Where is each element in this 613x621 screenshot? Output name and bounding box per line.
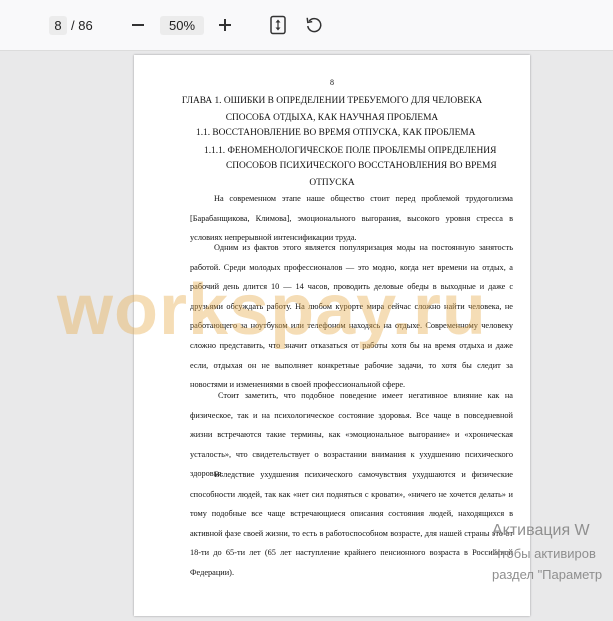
chapter-heading-line-1: ГЛАВА 1. ОШИБКИ В ОПРЕДЕЛЕНИИ ТРЕБУЕМОГО… xyxy=(181,96,483,106)
section-heading: 1.1. ВОССТАНОВЛЕНИЕ ВО ВРЕМЯ ОТПУСКА, КА… xyxy=(196,128,476,138)
windows-activation-title: Активация W xyxy=(492,522,590,539)
paragraph-2: Одним из фактов этого является популяриз… xyxy=(190,243,513,390)
fit-to-page-icon xyxy=(270,15,286,35)
chapter-heading-line-2: СПОСОБА ОТДЫХА, КАК НАУЧНАЯ ПРОБЛЕМА xyxy=(225,113,439,123)
rotate-icon xyxy=(306,17,322,33)
zoom-level-input[interactable]: 50% xyxy=(160,16,204,35)
subsection-heading-line-1: 1.1.1. ФЕНОМЕНОЛОГИЧЕСКОЕ ПОЛЕ ПРОБЛЕМЫ … xyxy=(204,146,497,156)
fit-to-page-button[interactable] xyxy=(267,14,289,36)
rotate-button[interactable] xyxy=(303,14,325,36)
windows-activation-line-2: Чтобы активиров xyxy=(492,546,596,561)
subsection-heading-line-3: ОТПУСКА xyxy=(309,178,355,188)
windows-activation-line-3: раздел "Параметр xyxy=(492,567,603,582)
page-count-label: / 86 xyxy=(71,18,93,33)
page-number-input[interactable]: 8 xyxy=(49,16,67,35)
pdf-toolbar: 8 / 86 50% xyxy=(0,0,613,51)
paragraph-4: Вследствие ухудшения психического самочу… xyxy=(190,470,513,577)
document-page: 8 ГЛАВА 1. ОШИБКИ В ОПРЕДЕЛЕНИИ ТРЕБУЕМО… xyxy=(134,55,530,616)
page-number: 8 xyxy=(330,78,334,87)
zoom-out-button[interactable] xyxy=(127,14,149,36)
zoom-in-button[interactable] xyxy=(214,14,236,36)
subsection-heading-line-2: СПОСОБОВ ПСИХИЧЕСКОГО ВОССТАНОВЛЕНИЯ ВО … xyxy=(226,161,497,171)
